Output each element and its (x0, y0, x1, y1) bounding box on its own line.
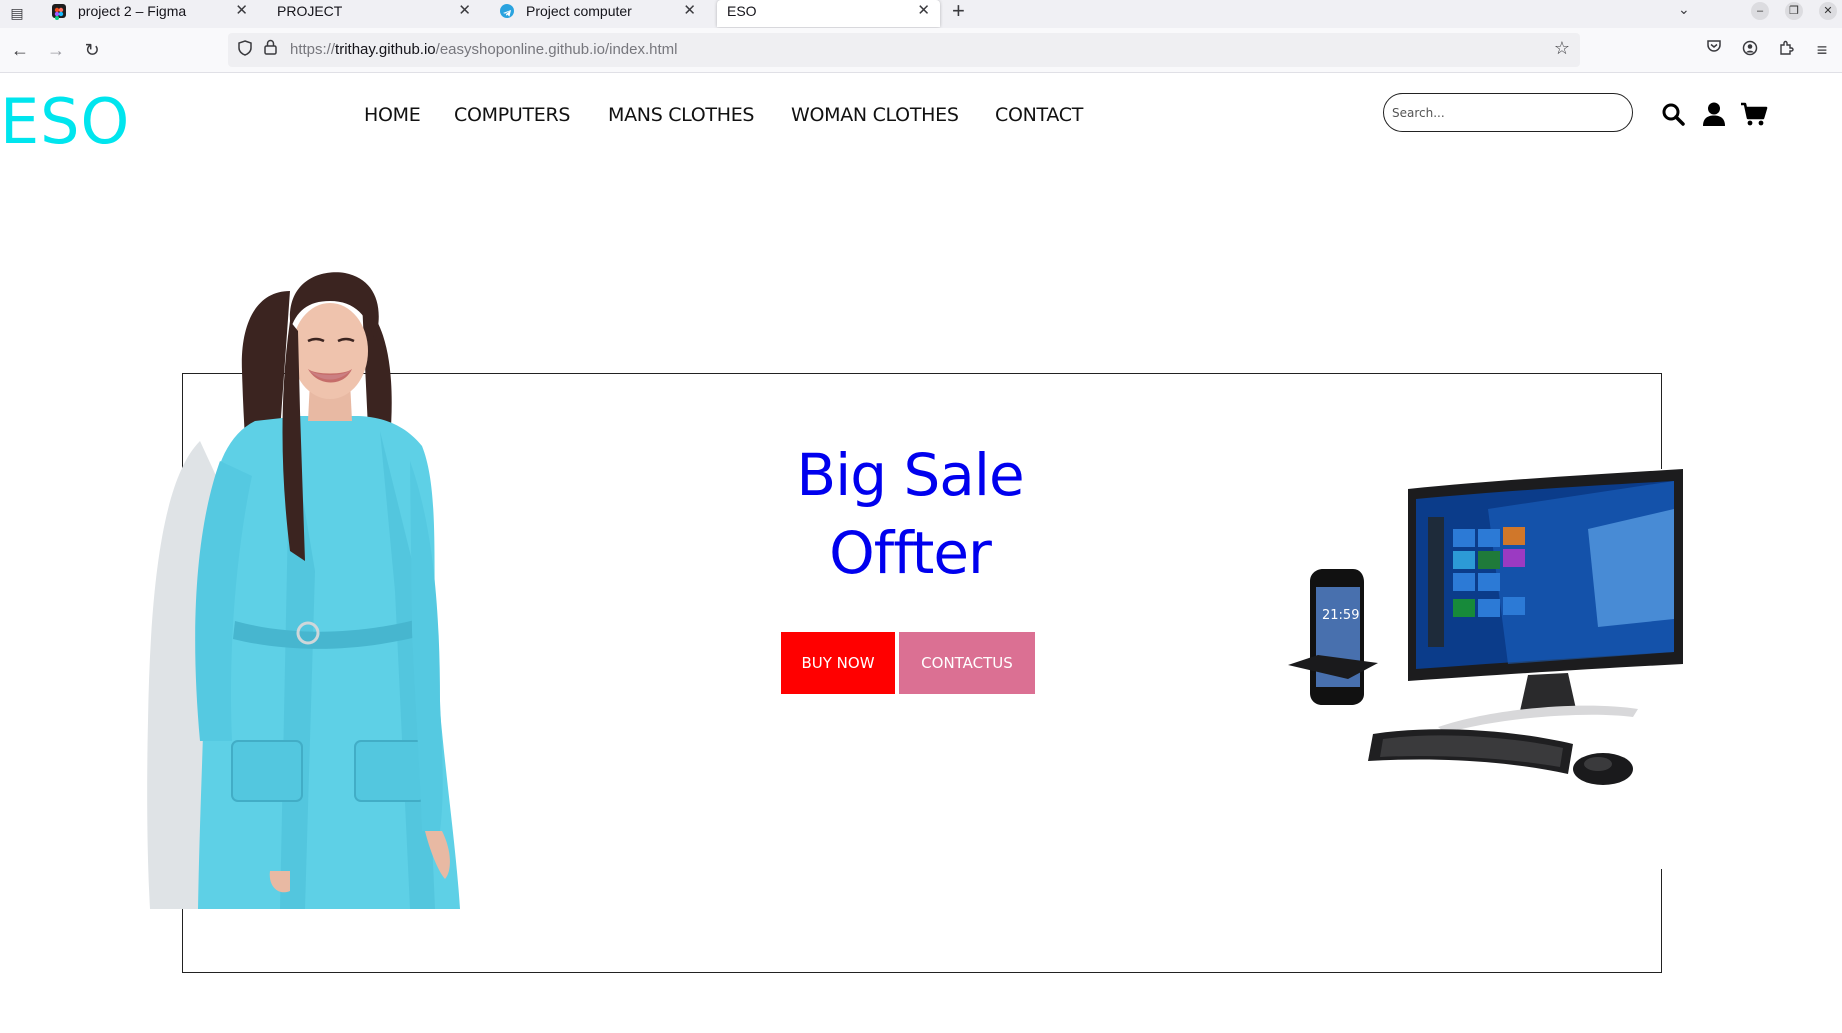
tab-title: ESO (727, 3, 757, 19)
nav-computers[interactable]: COMPUTERS (454, 104, 570, 126)
figma-icon (52, 4, 66, 20)
minimize-button[interactable]: – (1751, 2, 1769, 20)
svg-text:21:59: 21:59 (1322, 608, 1359, 623)
browser-tab-bar: ▤ project 2 – Figma ✕ PROJECT ✕ Project … (0, 0, 1842, 28)
tab-title: Project computer (526, 3, 632, 19)
back-arrow-icon[interactable]: ← (8, 38, 32, 62)
web-page: ESO HOME COMPUTERS MANS CLOTHES WOMAN CL… (0, 73, 1842, 1033)
address-bar[interactable]: https://trithay.github.io/easyshoponline… (228, 33, 1580, 67)
tab-eso[interactable]: ESO ✕ (717, 0, 940, 27)
hero-title-line2: Offter (829, 519, 992, 587)
bookmark-star-icon[interactable]: ☆ (1554, 38, 1570, 59)
buy-now-button[interactable]: BUY NOW (781, 632, 895, 694)
browser-toolbar: ← → ↻ https://trithay.github.io/easyshop… (0, 28, 1842, 73)
shield-icon[interactable] (238, 40, 252, 60)
cart-icon[interactable] (1740, 101, 1768, 127)
close-tab-icon[interactable]: ✕ (917, 0, 930, 22)
reload-icon[interactable]: ↻ (80, 38, 104, 62)
computer-and-phone-image: 21:59 (1288, 469, 1698, 869)
user-icon[interactable] (1700, 101, 1728, 127)
restore-button[interactable]: ❐ (1785, 2, 1803, 20)
close-window-button[interactable]: ✕ (1819, 2, 1837, 20)
contact-us-button[interactable]: CONTACTUS (899, 632, 1035, 694)
tab-figma[interactable]: project 2 – Figma ✕ (40, 0, 258, 27)
tab-title: PROJECT (277, 3, 343, 19)
url-text: https://trithay.github.io/easyshoponline… (290, 41, 677, 58)
account-icon[interactable] (1738, 38, 1762, 62)
close-tab-icon[interactable]: ✕ (235, 0, 248, 22)
tab-title: project 2 – Figma (78, 3, 187, 19)
url-domain: trithay.github.io (335, 41, 436, 58)
forward-arrow-icon[interactable]: → (44, 38, 68, 62)
search-input[interactable] (1392, 102, 1622, 124)
hero-title-line1: Big Sale (796, 441, 1024, 509)
tab-project-computer[interactable]: Project computer ✕ (488, 0, 706, 27)
tab-list-chevron-icon[interactable]: ⌄ (1678, 1, 1690, 18)
nav-mans-clothes[interactable]: MANS CLOTHES (608, 104, 755, 126)
telegram-icon (500, 4, 514, 18)
search-icon[interactable] (1660, 101, 1688, 127)
woman-model-image (147, 272, 460, 909)
nav-contact[interactable]: CONTACT (995, 104, 1083, 126)
new-tab-button[interactable]: + (952, 0, 965, 22)
url-path: /easyshoponline.github.io/index.html (435, 41, 678, 58)
nav-woman-clothes[interactable]: WOMAN CLOTHES (791, 104, 959, 126)
site-logo[interactable]: ESO (0, 85, 130, 159)
close-tab-icon[interactable]: ✕ (458, 0, 471, 22)
close-tab-icon[interactable]: ✕ (683, 0, 696, 22)
tab-project[interactable]: PROJECT ✕ (263, 0, 481, 27)
pocket-icon[interactable] (1702, 38, 1726, 62)
hero-title: Big Sale Offter (700, 436, 1120, 592)
menu-icon[interactable]: ≡ (1810, 38, 1834, 62)
url-scheme: https:// (290, 41, 336, 58)
lock-icon[interactable] (264, 39, 277, 58)
nav-home[interactable]: HOME (364, 104, 421, 126)
search-box (1383, 93, 1633, 132)
extensions-icon[interactable] (1774, 38, 1798, 62)
tab-overview-icon[interactable]: ▤ (8, 4, 26, 22)
